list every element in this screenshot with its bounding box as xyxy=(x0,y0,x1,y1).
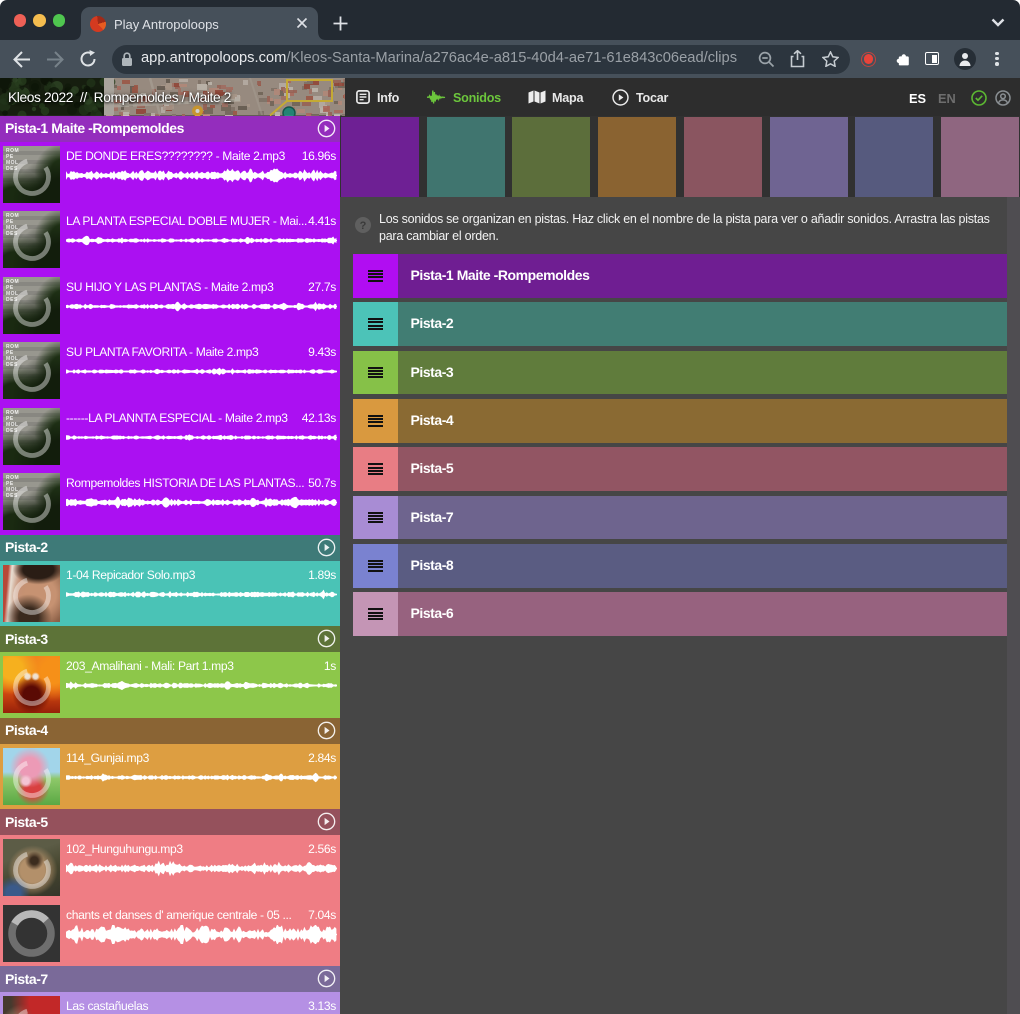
svg-text:?: ? xyxy=(359,220,366,232)
